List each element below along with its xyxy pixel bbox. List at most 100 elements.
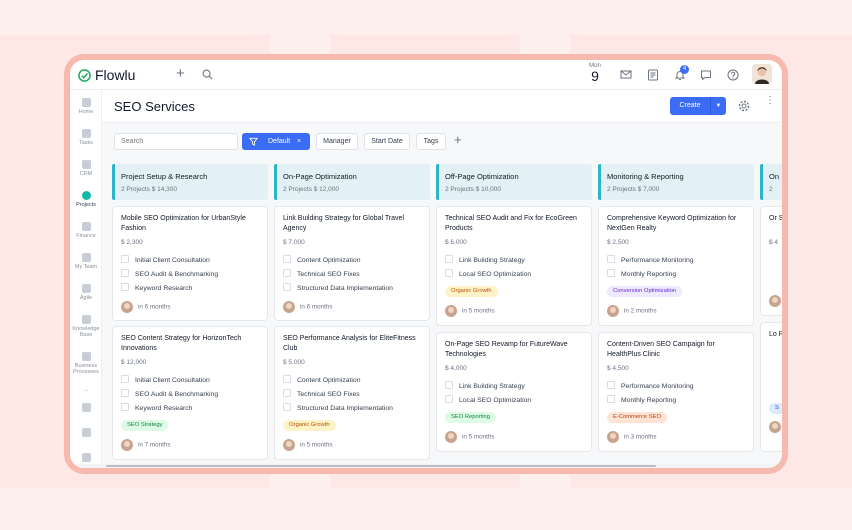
task-item[interactable]: Local SEO Optimization <box>445 395 531 404</box>
flowlu-check-icon <box>78 68 91 82</box>
sidebar-item-my-team[interactable]: My Team <box>70 253 102 270</box>
task-item[interactable]: Performance Monitoring <box>607 255 694 264</box>
column-header[interactable]: Project Setup & Research 2 Projects $ 14… <box>112 164 268 200</box>
chat-icon[interactable] <box>700 69 712 81</box>
card-title[interactable]: SEO Performance Analysis for EliteFitnes… <box>283 334 423 354</box>
tag-badge[interactable]: S <box>769 403 782 414</box>
column-header[interactable]: Monitoring & Reporting 2 Projects $ 7,00… <box>598 164 754 200</box>
project-card[interactable]: Content-Driven SEO Campaign for HealthPl… <box>598 332 754 452</box>
assignee-avatar[interactable] <box>445 431 457 443</box>
sidebar-item-more[interactable]: ... <box>70 385 102 393</box>
task-item[interactable]: Content Optimization <box>283 375 360 384</box>
sidebar-item-tasks[interactable]: Tasks <box>70 129 102 146</box>
card-title[interactable]: Mobile SEO Optimization for UrbanStyle F… <box>121 214 261 234</box>
column-header[interactable]: On-Page Optimization 2 Projects $ 12,000 <box>274 164 430 200</box>
task-item[interactable]: SEO Audit & Benchmarking <box>121 269 218 278</box>
task-item[interactable]: Content Optimization <box>283 255 360 264</box>
notes-icon[interactable] <box>647 69 659 81</box>
plus-icon[interactable]: + <box>176 65 185 82</box>
card-title[interactable]: Or So <box>769 214 782 224</box>
tag-badge[interactable]: SEO Strategy <box>121 420 169 431</box>
project-card[interactable]: On-Page SEO Revamp for FutureWave Techno… <box>436 332 592 452</box>
tags-filter-button[interactable]: Tags <box>416 133 446 150</box>
project-card[interactable]: SEO Content Strategy for HorizonTech Inn… <box>112 326 268 460</box>
tag-badge[interactable]: Conversion Optimization <box>607 286 683 297</box>
app-logo[interactable]: Flowlu <box>78 67 135 83</box>
task-item[interactable]: Link Building Strategy <box>445 255 525 264</box>
task-item[interactable]: Initial Client Consultation <box>121 375 210 384</box>
sidebar-extra-3[interactable] <box>70 453 102 462</box>
sidebar-item-label: Projects <box>76 202 96 208</box>
assignee-avatar[interactable] <box>283 439 295 451</box>
help-icon[interactable] <box>727 69 739 81</box>
default-filter-chip[interactable]: Default × <box>242 133 310 150</box>
task-item[interactable]: Technical SEO Fixes <box>283 269 360 278</box>
task-item[interactable]: Initial Client Consultation <box>121 255 210 264</box>
card-title[interactable]: SEO Content Strategy for HorizonTech Inn… <box>121 334 261 354</box>
sidebar-item-projects[interactable]: Projects <box>70 191 102 208</box>
task-item[interactable]: Monthly Reporting <box>607 269 676 278</box>
sidebar-item-crm[interactable]: CRM <box>70 160 102 177</box>
assignee-avatar[interactable] <box>607 431 619 443</box>
task-item[interactable]: Monthly Reporting <box>607 395 676 404</box>
sidebar-item-home[interactable]: Home <box>70 98 102 115</box>
more-vertical-icon[interactable]: ⋮ <box>765 96 775 106</box>
assignee-avatar[interactable] <box>607 305 619 317</box>
card-title[interactable]: Technical SEO Audit and Fix for EcoGreen… <box>445 214 585 234</box>
column-header[interactable]: On 2 <box>760 164 782 200</box>
add-filter-button[interactable]: + <box>454 132 462 147</box>
card-title[interactable]: Comprehensive Keyword Optimization for N… <box>607 214 747 234</box>
card-title[interactable]: Link Building Strategy for Global Travel… <box>283 214 423 234</box>
search-input[interactable] <box>114 133 238 150</box>
tag-badge[interactable]: E-Commerce SEO <box>607 412 667 423</box>
assignee-avatar[interactable] <box>121 301 133 313</box>
project-card[interactable]: Comprehensive Keyword Optimization for N… <box>598 206 754 326</box>
sidebar-item-knowledge-base[interactable]: Knowledge Base <box>70 315 102 338</box>
task-item[interactable]: Local SEO Optimization <box>445 269 531 278</box>
date-widget[interactable]: Mon 9 <box>586 63 604 83</box>
sidebar-extra-2[interactable] <box>70 428 102 437</box>
due-date: in 7 months <box>138 441 171 449</box>
sidebar-item-agile[interactable]: Agile <box>70 284 102 301</box>
chevron-down-icon[interactable]: ▼ <box>710 97 726 115</box>
assignee-avatar[interactable] <box>769 421 781 433</box>
task-item[interactable]: Performance Monitoring <box>607 381 694 390</box>
card-title[interactable]: Lo Re <box>769 330 782 340</box>
home-icon <box>81 98 91 107</box>
task-item[interactable]: Link Building Strategy <box>445 381 525 390</box>
sidebar-item-business-processes[interactable]: Business Processes <box>70 352 102 375</box>
user-avatar[interactable] <box>752 64 772 84</box>
assignee-avatar[interactable] <box>445 305 457 317</box>
tag-badge[interactable]: Organic Growth <box>445 286 498 297</box>
assignee-avatar[interactable] <box>769 295 781 307</box>
column-header[interactable]: Off-Page Optimization 2 Projects $ 10,00… <box>436 164 592 200</box>
project-card[interactable]: Lo Re S <box>760 322 782 452</box>
card-title[interactable]: Content-Driven SEO Campaign for HealthPl… <box>607 340 747 360</box>
scrollbar-thumb[interactable] <box>106 465 656 467</box>
sidebar-item-finance[interactable]: Finance <box>70 222 102 239</box>
sidebar-extra-1[interactable] <box>70 403 102 412</box>
task-item[interactable]: Keyword Research <box>121 283 192 292</box>
start-date-filter-button[interactable]: Start Date <box>364 133 410 150</box>
gear-icon[interactable] <box>738 100 750 112</box>
task-item[interactable]: Structured Data Implementation <box>283 403 393 412</box>
manager-filter-button[interactable]: Manager <box>316 133 358 150</box>
project-card[interactable]: Technical SEO Audit and Fix for EcoGreen… <box>436 206 592 326</box>
task-item[interactable]: Keyword Research <box>121 403 192 412</box>
project-card[interactable]: Or So $ 4 <box>760 206 782 316</box>
task-item[interactable]: Technical SEO Fixes <box>283 389 360 398</box>
project-card[interactable]: SEO Performance Analysis for EliteFitnes… <box>274 326 430 460</box>
project-card[interactable]: Mobile SEO Optimization for UrbanStyle F… <box>112 206 268 321</box>
tag-badge[interactable]: SEO Reporting <box>445 412 496 423</box>
create-button[interactable]: Create ▼ <box>670 97 726 115</box>
project-card[interactable]: Link Building Strategy for Global Travel… <box>274 206 430 321</box>
card-title[interactable]: On-Page SEO Revamp for FutureWave Techno… <box>445 340 585 360</box>
search-icon[interactable] <box>202 69 213 80</box>
task-item[interactable]: Structured Data Implementation <box>283 283 393 292</box>
mail-icon[interactable] <box>620 69 632 80</box>
assignee-avatar[interactable] <box>121 439 133 451</box>
task-item[interactable]: SEO Audit & Benchmarking <box>121 389 218 398</box>
tag-badge[interactable]: Organic Growth <box>283 420 336 431</box>
assignee-avatar[interactable] <box>283 301 295 313</box>
close-icon[interactable]: × <box>297 133 301 150</box>
